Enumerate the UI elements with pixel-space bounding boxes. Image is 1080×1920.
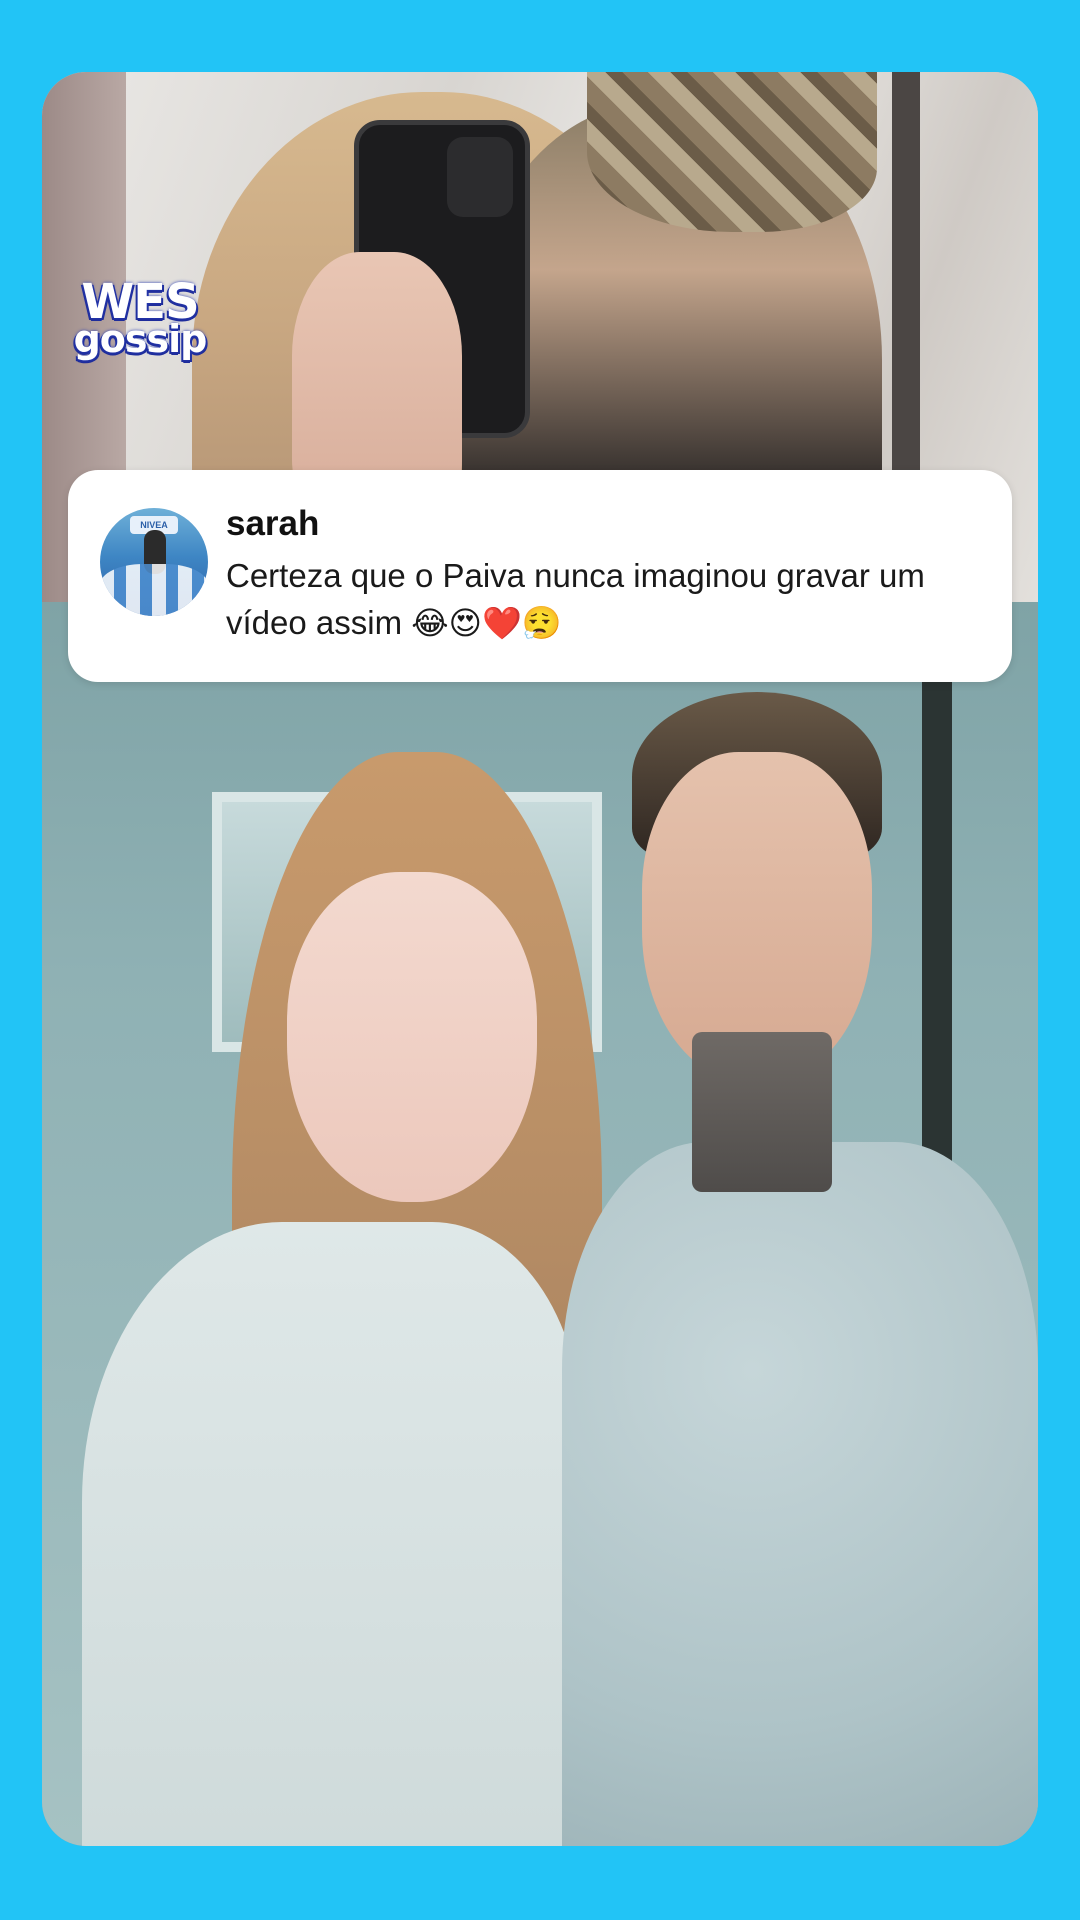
video-still[interactable] bbox=[42, 602, 1038, 1846]
logo-line-2: gossip bbox=[73, 317, 208, 361]
comment-body: Certeza que o Paiva nunca imaginou grava… bbox=[226, 557, 925, 641]
comment-card: NIVEA sarah Certeza que o Paiva nunca im… bbox=[68, 470, 1012, 682]
camo-cap bbox=[587, 72, 877, 232]
gray-hoodie bbox=[562, 1142, 1038, 1846]
wes-gossip-logo: WES gossip bbox=[70, 278, 210, 358]
comment-username[interactable]: sarah bbox=[226, 504, 319, 544]
avatar[interactable]: NIVEA bbox=[100, 508, 208, 616]
comment-text: Certeza que o Paiva nunca imaginou grava… bbox=[226, 552, 996, 647]
comment-emojis: 😂😍❤️😮‍💨 bbox=[411, 604, 562, 642]
